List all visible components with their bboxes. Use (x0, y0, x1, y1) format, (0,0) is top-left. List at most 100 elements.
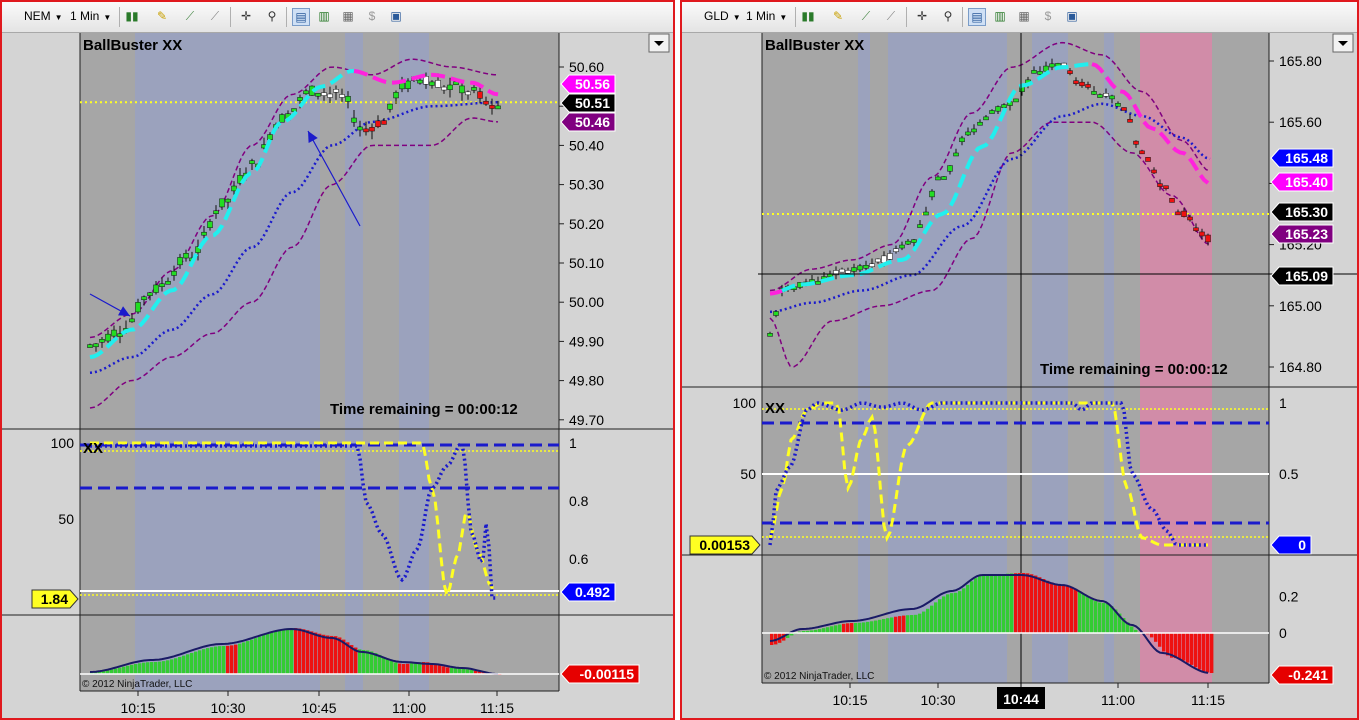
price-flag: 50.56 (575, 76, 610, 92)
histogram-bar (154, 661, 158, 674)
histogram-bar (974, 578, 978, 633)
histogram-bar (158, 661, 162, 674)
price-bar (1049, 63, 1055, 68)
histogram-bar (982, 575, 986, 633)
price-bar (363, 128, 369, 133)
oscillator-right-tick: 0.8 (569, 493, 589, 509)
price-bar (1121, 107, 1127, 111)
toolbar-divider (962, 7, 963, 27)
histogram-bar (274, 630, 278, 674)
oscillator-right-tick: 1 (1279, 395, 1287, 411)
chart-area[interactable]: BallBuster XX Time remaining = 00:00:12 50… (2, 33, 673, 719)
oscillator-left-tick: 50 (740, 466, 756, 482)
histogram-bar (166, 660, 170, 674)
price-bar (417, 79, 423, 84)
add-indicator-icon[interactable]: ⟋ (858, 8, 874, 24)
histogram-bar (130, 664, 134, 674)
histogram-bar (906, 615, 910, 633)
add-indicator-icon[interactable]: ⟋ (182, 8, 198, 24)
histogram-bar (338, 637, 342, 674)
price-bar (1115, 103, 1121, 107)
histogram-bar (866, 621, 870, 633)
zoom-icon[interactable]: ⚲ (940, 8, 956, 24)
histogram-bar (1130, 626, 1134, 633)
strategies-icon[interactable]: $ (1040, 8, 1056, 24)
histogram-bar (142, 662, 146, 674)
data-box-icon[interactable]: ▣ (1064, 8, 1080, 24)
chart-window-right[interactable]: GLD ▼ 1 Min ▼ ▮▮ ✎ ⟋ ⟋ ✛ ⚲ ▤ ▥ ▦ $ ▣ BallB… (680, 0, 1359, 720)
properties-icon[interactable]: ▤ (292, 8, 310, 26)
indicator-title: BallBuster XX (83, 37, 182, 54)
price-bar (357, 126, 363, 131)
price-bar (1067, 70, 1073, 74)
price-bar (983, 116, 989, 121)
histogram-bar (1106, 603, 1110, 633)
histogram-bar (394, 662, 398, 674)
drawing-tool-icon[interactable]: ✎ (830, 8, 846, 24)
zoom-icon[interactable]: ⚲ (264, 8, 280, 24)
crosshair-icon[interactable]: ✛ (914, 8, 930, 24)
histogram-bar (390, 660, 394, 674)
histogram-bar (146, 662, 150, 674)
histogram-bar (1046, 580, 1050, 633)
price-bar (977, 121, 983, 126)
histogram-bar (1018, 573, 1022, 633)
interval-dropdown[interactable]: 1 Min ▼ (70, 9, 111, 23)
drawing-tool-icon[interactable]: ✎ (154, 8, 170, 24)
histogram-tick: 0.2 (1279, 588, 1299, 604)
time-tick-label: 11:15 (1191, 692, 1225, 708)
interval-dropdown[interactable]: 1 Min ▼ (746, 9, 787, 23)
strategy-icon[interactable]: ⟋ (207, 8, 223, 24)
instrument-label: NEM (24, 9, 51, 23)
histogram-bar (182, 655, 186, 674)
indicators-icon[interactable]: ▥ (316, 8, 332, 24)
histogram-bar (878, 619, 882, 633)
price-bar (183, 253, 189, 259)
histogram-bar (874, 620, 878, 633)
price-bar (339, 94, 345, 98)
toolbar-divider (286, 7, 287, 27)
instrument-dropdown[interactable]: GLD ▼ (704, 9, 741, 23)
chart-trader-icon[interactable]: ▦ (340, 8, 356, 24)
price-bar (441, 86, 447, 91)
price-tick-label: 50.10 (569, 255, 604, 271)
properties-icon[interactable]: ▤ (968, 8, 986, 26)
price-tick-label: 165.60 (1279, 114, 1322, 130)
histogram-bar (1086, 596, 1090, 633)
histogram-bar (1070, 586, 1074, 633)
price-bar (1013, 98, 1019, 103)
price-bar (845, 270, 851, 274)
chart-trader-icon[interactable]: ▦ (1016, 8, 1032, 24)
data-box-icon[interactable]: ▣ (388, 8, 404, 24)
histogram-bar (1206, 633, 1210, 673)
indicators-icon[interactable]: ▥ (992, 8, 1008, 24)
crosshair-time-label: 10:44 (1003, 691, 1039, 707)
price-bar (429, 81, 435, 86)
price-bar (471, 87, 477, 91)
price-flag: 50.51 (575, 95, 610, 111)
strategy-icon[interactable]: ⟋ (883, 8, 899, 24)
bar-style-icon[interactable]: ▮▮ (800, 8, 816, 24)
price-bar (405, 80, 411, 89)
histogram-bar (114, 668, 118, 674)
histogram-bar (450, 667, 454, 674)
instrument-dropdown[interactable]: NEM ▼ (24, 9, 63, 23)
histogram-bar (1174, 633, 1178, 659)
price-bar (495, 105, 501, 110)
price-bar (1079, 81, 1085, 87)
histogram-bar (238, 643, 242, 674)
time-tick-label: 11:15 (480, 700, 514, 716)
histogram-bar (898, 616, 902, 633)
bar-style-icon[interactable]: ▮▮ (124, 8, 140, 24)
strategies-icon[interactable]: $ (364, 8, 380, 24)
histogram-bar (770, 633, 774, 645)
chart-area[interactable]: BallBuster XX Time remaining = 00:00:12 16… (682, 33, 1357, 719)
price-bar (947, 165, 953, 172)
histogram-bar (134, 664, 138, 674)
histogram-bar (186, 654, 190, 674)
price-tick-label: 165.00 (1279, 298, 1322, 314)
histogram-bar (230, 645, 234, 674)
histogram-bar (846, 623, 850, 633)
crosshair-icon[interactable]: ✛ (238, 8, 254, 24)
chart-window-left[interactable]: NEM ▼ 1 Min ▼ ▮▮ ✎ ⟋ ⟋ ✛ ⚲ ▤ ▥ ▦ $ ▣ BallB… (0, 0, 675, 720)
